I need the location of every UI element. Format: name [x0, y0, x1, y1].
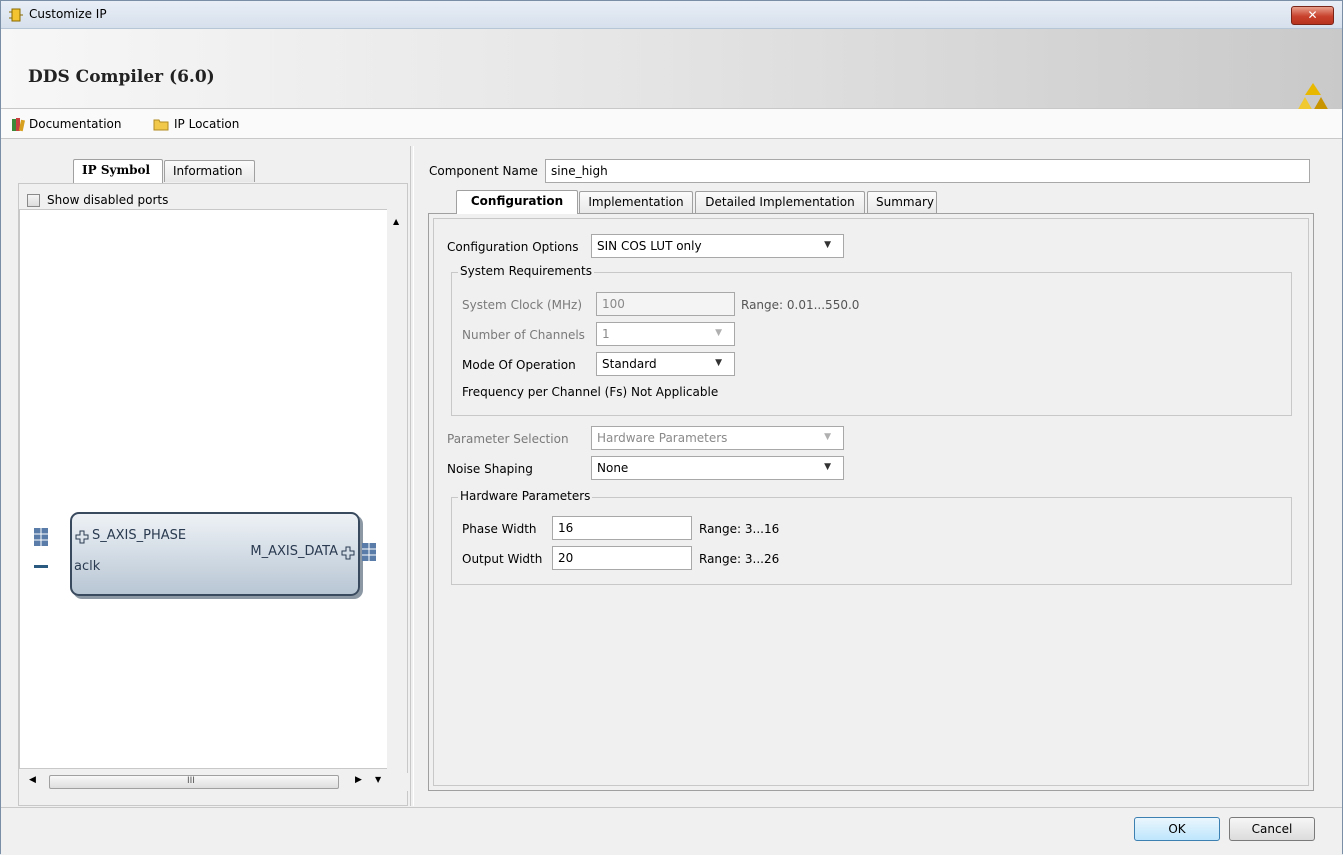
- chevron-down-icon: ▼: [824, 462, 831, 472]
- horizontal-scroll-thumb[interactable]: III: [49, 775, 339, 789]
- folder-icon: [153, 119, 169, 131]
- scroll-left-arrow-icon[interactable]: ◀: [29, 775, 36, 785]
- hardware-parameters-group: Hardware Parameters Phase Width 16 Range…: [451, 489, 1292, 585]
- hardware-parameters-title: Hardware Parameters: [458, 489, 593, 503]
- show-disabled-ports-checkbox[interactable]: [27, 194, 40, 207]
- configuration-tab-body: Configuration Options SIN COS LUT only ▼…: [428, 213, 1314, 791]
- tab-implementation[interactable]: Implementation: [579, 191, 693, 213]
- configuration-options-value: SIN COS LUT only: [597, 239, 702, 253]
- documentation-link[interactable]: Documentation: [29, 117, 122, 131]
- system-clock-input[interactable]: 100: [596, 292, 735, 316]
- s-axis-phase-bus-icon: [34, 528, 48, 546]
- phase-width-range: Range: 3...16: [699, 522, 780, 536]
- configuration-options-label: Configuration Options: [447, 240, 579, 254]
- number-of-channels-label: Number of Channels: [462, 328, 585, 342]
- tab-ip-symbol-label: IP Symbol: [82, 163, 151, 177]
- tab-configuration[interactable]: Configuration: [456, 190, 578, 214]
- window-title: Customize IP: [29, 7, 107, 21]
- scroll-right-arrow-icon[interactable]: ▶: [355, 775, 362, 785]
- chevron-down-icon: ▼: [824, 432, 831, 442]
- number-of-channels-value: 1: [602, 327, 610, 341]
- tab-information[interactable]: Information: [164, 160, 255, 182]
- system-requirements-group: System Requirements System Clock (MHz) 1…: [451, 264, 1292, 416]
- noise-shaping-label: Noise Shaping: [447, 462, 533, 476]
- scroll-up-arrow-icon[interactable]: ▲: [393, 217, 399, 226]
- tab-summary[interactable]: Summary: [867, 191, 937, 213]
- chevron-down-icon: ▼: [715, 328, 722, 338]
- system-requirements-title: System Requirements: [458, 264, 594, 278]
- phase-width-label: Phase Width: [462, 522, 537, 536]
- noise-shaping-value: None: [597, 461, 629, 475]
- frequency-per-channel-text: Frequency per Channel (Fs) Not Applicabl…: [462, 385, 719, 399]
- customize-ip-dialog: Customize IP ✕ DDS Compiler (6.0) Docume…: [0, 0, 1343, 855]
- configuration-inner-frame: Configuration Options SIN COS LUT only ▼…: [433, 218, 1309, 786]
- horizontal-scrollbar[interactable]: ◀ III ▶ ▼: [19, 773, 409, 791]
- ip-symbol-block: S_AXIS_PHASE aclk M_AXIS_DATA: [70, 512, 360, 596]
- mode-of-operation-select[interactable]: Standard ▼: [596, 352, 735, 376]
- parameter-selection-select[interactable]: Hardware Parameters ▼: [591, 426, 844, 450]
- chevron-down-icon: ▼: [824, 240, 831, 250]
- ip-symbol-tab-body: Show disabled ports S_AXIS_PHASE aclk M_…: [18, 183, 409, 806]
- cancel-button[interactable]: Cancel: [1229, 817, 1315, 841]
- noise-shaping-select[interactable]: None ▼: [591, 456, 844, 480]
- tab-configuration-label: Configuration: [470, 194, 564, 208]
- symbol-canvas: S_AXIS_PHASE aclk M_AXIS_DATA: [19, 209, 389, 769]
- show-disabled-ports-label: Show disabled ports: [47, 193, 169, 207]
- documentation-books-icon: [12, 118, 25, 132]
- tab-summary-label: Summary: [876, 195, 934, 209]
- title-bar: Customize IP ✕: [1, 1, 1342, 29]
- output-width-input[interactable]: 20: [552, 546, 692, 570]
- output-width-range: Range: 3...26: [699, 552, 780, 566]
- number-of-channels-select[interactable]: 1 ▼: [596, 322, 735, 346]
- ip-header: DDS Compiler (6.0): [1, 29, 1342, 111]
- chevron-down-icon: ▼: [715, 358, 722, 368]
- m-axis-data-plus-icon[interactable]: [341, 546, 355, 560]
- port-m-axis-data: M_AXIS_DATA: [250, 544, 338, 559]
- configuration-options-select[interactable]: SIN COS LUT only ▼: [591, 234, 844, 258]
- tab-detailed-implementation-label: Detailed Implementation: [705, 195, 855, 209]
- vertical-scrollbar[interactable]: ▲: [387, 209, 407, 769]
- left-panel: IP Symbol Information Show disabled port…: [18, 146, 409, 806]
- port-s-axis-phase: S_AXIS_PHASE: [92, 528, 187, 543]
- output-width-label: Output Width: [462, 552, 543, 566]
- ip-location-link[interactable]: IP Location: [174, 117, 239, 131]
- aclk-wire: [34, 565, 48, 568]
- ip-block-icon: [9, 8, 23, 22]
- close-button[interactable]: ✕: [1291, 6, 1334, 25]
- tab-ip-symbol[interactable]: IP Symbol: [73, 159, 163, 183]
- ip-title: DDS Compiler (6.0): [28, 67, 215, 87]
- tab-detailed-implementation[interactable]: Detailed Implementation: [695, 191, 865, 213]
- mode-of-operation-label: Mode Of Operation: [462, 358, 576, 372]
- port-aclk: aclk: [74, 559, 101, 574]
- tab-implementation-label: Implementation: [588, 195, 684, 209]
- link-bar: Documentation IP Location: [1, 109, 1342, 139]
- panel-splitter[interactable]: [410, 146, 414, 806]
- button-bar: OK Cancel: [1, 807, 1342, 855]
- scroll-grip: III: [187, 776, 195, 786]
- right-panel: Component Name sine_high Configuration I…: [416, 146, 1331, 806]
- system-clock-range: Range: 0.01...550.0: [741, 298, 860, 312]
- m-axis-data-bus-icon: [362, 543, 376, 561]
- parameter-selection-value: Hardware Parameters: [597, 431, 728, 445]
- phase-width-input[interactable]: 16: [552, 516, 692, 540]
- ok-button[interactable]: OK: [1134, 817, 1220, 841]
- component-name-label: Component Name: [429, 164, 538, 178]
- component-name-input[interactable]: sine_high: [545, 159, 1310, 183]
- system-clock-label: System Clock (MHz): [462, 298, 583, 312]
- s-axis-phase-plus-icon[interactable]: [75, 530, 89, 544]
- tab-information-label: Information: [173, 164, 243, 178]
- scroll-down-arrow-icon[interactable]: ▼: [375, 775, 381, 784]
- mode-of-operation-value: Standard: [602, 357, 657, 371]
- parameter-selection-label: Parameter Selection: [447, 432, 569, 446]
